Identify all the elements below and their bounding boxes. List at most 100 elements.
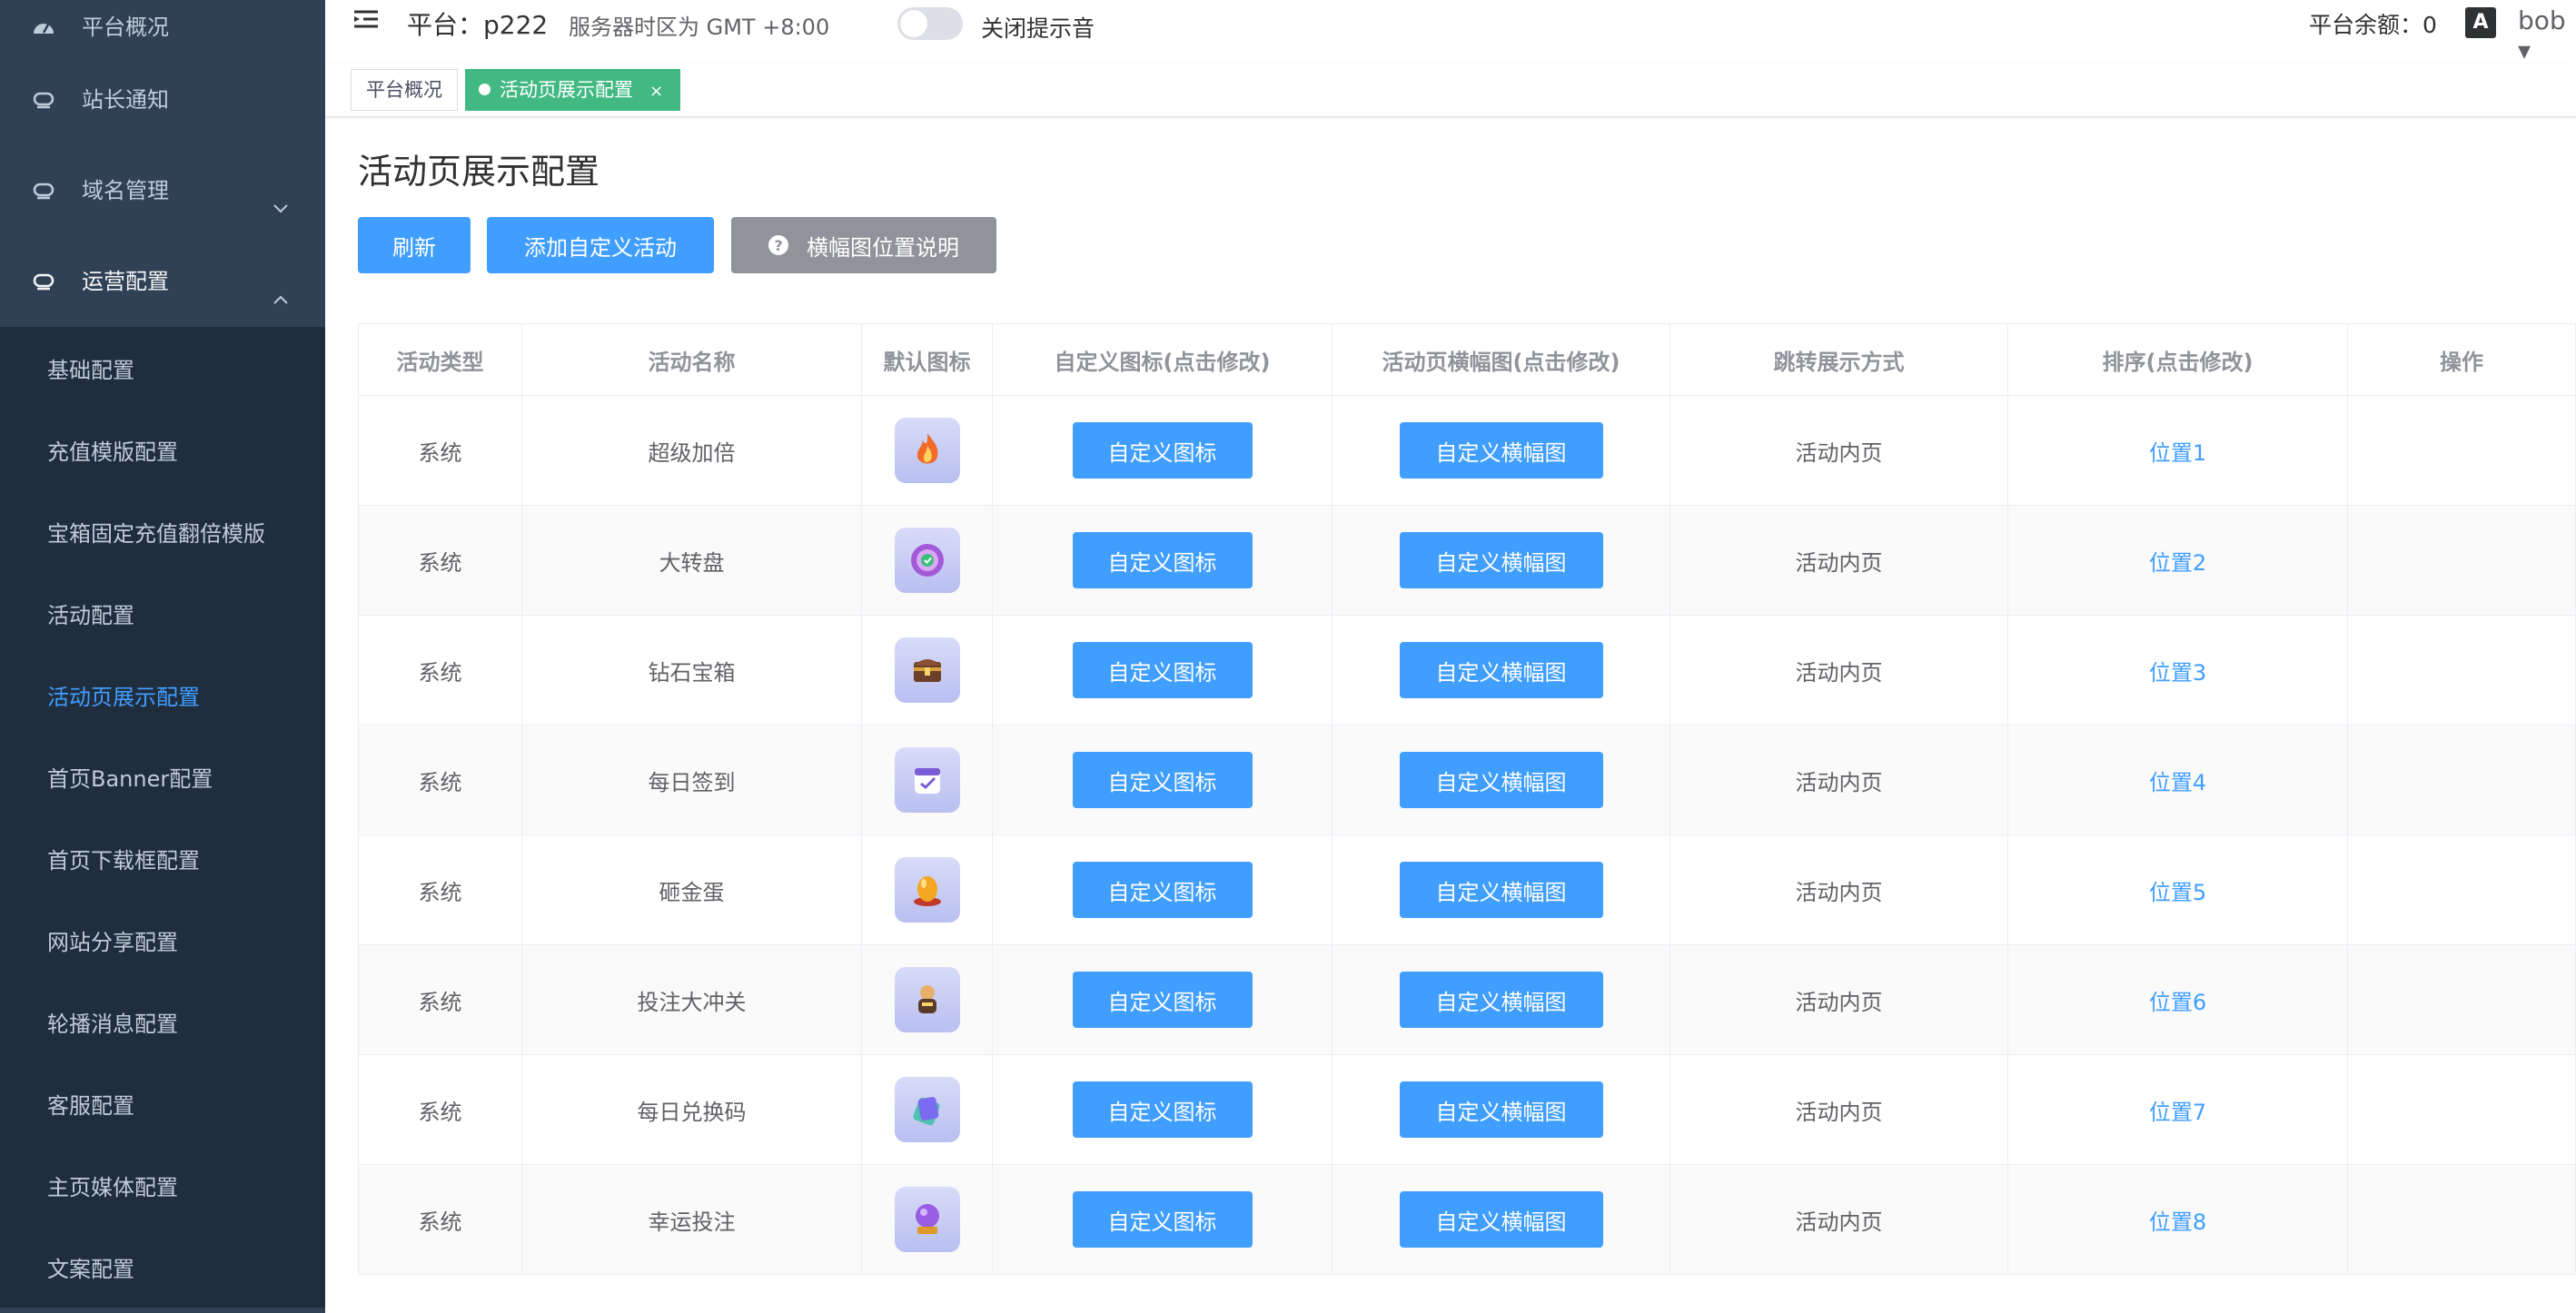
cell-default-icon xyxy=(861,1165,992,1274)
tag-dashboard[interactable]: 平台概况 xyxy=(351,69,458,111)
cell-name: 大转盘 xyxy=(521,506,861,615)
sidebar-subitem[interactable]: 充值模版配置 xyxy=(0,409,325,490)
sidebar-subitem[interactable]: 基础配置 xyxy=(0,327,325,409)
custom-icon-button[interactable]: 自定义图标 xyxy=(1072,642,1253,698)
custom-banner-button[interactable]: 自定义横幅图 xyxy=(1399,1081,1603,1138)
cell-order: 位置5 xyxy=(2007,835,2347,944)
wheel-icon xyxy=(894,528,960,593)
golden-egg-icon xyxy=(894,857,960,923)
sidebar-subitem-active[interactable]: 活动页展示配置 xyxy=(0,654,325,735)
order-link[interactable]: 位置8 xyxy=(2149,1204,2206,1236)
chest-icon xyxy=(894,637,960,703)
sidebar-subitem[interactable]: 主页媒体配置 xyxy=(0,1144,325,1226)
custom-banner-button[interactable]: 自定义横幅图 xyxy=(1399,532,1603,588)
sidebar-subitem[interactable]: 网站分享配置 xyxy=(0,899,325,981)
cell-banner: 自定义横幅图 xyxy=(1332,945,1669,1054)
order-link[interactable]: 位置1 xyxy=(2149,435,2206,467)
cell-jump-mode: 活动内页 xyxy=(1669,726,2007,834)
custom-banner-button[interactable]: 自定义横幅图 xyxy=(1399,862,1603,918)
cell-default-icon xyxy=(861,506,992,615)
cell-banner: 自定义横幅图 xyxy=(1332,1055,1669,1164)
cell-type: 系统 xyxy=(358,835,521,944)
cell-custom-icon: 自定义图标 xyxy=(992,945,1332,1054)
settings-icon xyxy=(31,269,56,294)
order-link[interactable]: 位置7 xyxy=(2149,1094,2206,1126)
language-icon[interactable]: A xyxy=(2465,7,2496,38)
platform-name: 平台：p222 xyxy=(407,10,549,40)
custom-icon-button[interactable]: 自定义图标 xyxy=(1072,532,1253,588)
cell-custom-icon: 自定义图标 xyxy=(992,835,1332,944)
cell-actions xyxy=(2347,1055,2576,1164)
cell-banner: 自定义横幅图 xyxy=(1332,396,1669,505)
fire-icon xyxy=(894,418,960,483)
cell-actions xyxy=(2347,396,2576,505)
custom-icon-button[interactable]: 自定义图标 xyxy=(1072,752,1253,808)
custom-icon-button[interactable]: 自定义图标 xyxy=(1072,862,1253,918)
submenu-operation: 基础配置 充值模版配置 宝箱固定充值翻倍模版 活动配置 活动页展示配置 首页Ba… xyxy=(0,327,325,1308)
mute-toggle[interactable] xyxy=(897,7,963,40)
order-link[interactable]: 位置3 xyxy=(2149,655,2206,686)
tags-view: 平台概况 活动页展示配置 × xyxy=(325,64,2576,117)
sidebar-subitem[interactable]: 活动配置 xyxy=(0,572,325,654)
sidebar-subitem[interactable]: 宝箱固定充值翻倍模版 xyxy=(0,490,325,572)
custom-banner-button[interactable]: 自定义横幅图 xyxy=(1399,972,1603,1028)
sidebar-subitem[interactable]: 文案配置 xyxy=(0,1226,325,1308)
sidebar-subitem[interactable]: 轮播消息配置 xyxy=(0,981,325,1062)
order-link[interactable]: 位置5 xyxy=(2149,874,2206,906)
cell-jump-mode: 活动内页 xyxy=(1669,1055,2007,1164)
custom-banner-button[interactable]: 自定义横幅图 xyxy=(1399,642,1603,698)
order-link[interactable]: 位置4 xyxy=(2149,765,2206,796)
custom-banner-button[interactable]: 自定义横幅图 xyxy=(1399,752,1603,808)
column-header: 默认图标 xyxy=(861,324,992,395)
cell-type: 系统 xyxy=(358,726,521,834)
column-header: 活动页横幅图(点击修改) xyxy=(1332,324,1669,395)
cell-order: 位置6 xyxy=(2007,945,2347,1054)
refresh-button[interactable]: 刷新 xyxy=(358,217,471,273)
add-custom-activity-button[interactable]: 添加自定义活动 xyxy=(487,217,714,273)
custom-banner-button[interactable]: 自定义横幅图 xyxy=(1399,1191,1603,1248)
cell-name: 砸金蛋 xyxy=(521,835,861,944)
cell-banner: 自定义横幅图 xyxy=(1332,726,1669,834)
order-link[interactable]: 位置2 xyxy=(2149,545,2206,577)
cell-order: 位置4 xyxy=(2007,726,2347,834)
banner-position-help-button[interactable]: ? 横幅图位置说明 xyxy=(731,217,996,273)
sidebar-subitem[interactable]: 客服配置 xyxy=(0,1062,325,1144)
cell-order: 位置7 xyxy=(2007,1055,2347,1164)
custom-banner-button[interactable]: 自定义横幅图 xyxy=(1399,422,1603,479)
custom-icon-button[interactable]: 自定义图标 xyxy=(1072,1081,1253,1138)
cell-banner: 自定义横幅图 xyxy=(1332,506,1669,615)
custom-icon-button[interactable]: 自定义图标 xyxy=(1072,1191,1253,1248)
sidebar-item-operation[interactable]: 运营配置 xyxy=(0,236,325,327)
cell-custom-icon: 自定义图标 xyxy=(992,616,1332,725)
cell-jump-mode: 活动内页 xyxy=(1669,396,2007,505)
bell-icon xyxy=(31,87,56,113)
chevron-down-icon xyxy=(272,180,289,234)
sidebar-item-dashboard[interactable]: 平台概况 xyxy=(0,0,325,54)
custom-icon-button[interactable]: 自定义图标 xyxy=(1072,422,1253,479)
order-link[interactable]: 位置6 xyxy=(2149,984,2206,1016)
question-icon: ? xyxy=(768,235,788,255)
sidebar-subitem[interactable]: 首页Banner配置 xyxy=(0,735,325,817)
sidebar: 平台概况 站长通知 域名管理 运营配置 基础配置 充值模版配置 宝箱固定充值翻倍… xyxy=(0,0,325,1313)
sidebar-item-domain[interactable]: 域名管理 xyxy=(0,145,325,236)
tag-label: 平台概况 xyxy=(366,79,442,101)
sidebar-subitem[interactable]: 首页下载框配置 xyxy=(0,817,325,899)
cell-banner: 自定义横幅图 xyxy=(1332,835,1669,944)
tag-activity-display[interactable]: 活动页展示配置 × xyxy=(465,69,681,111)
cell-jump-mode: 活动内页 xyxy=(1669,1165,2007,1274)
user-menu[interactable]: bob ▾ xyxy=(2518,5,2576,65)
cell-custom-icon: 自定义图标 xyxy=(992,506,1332,615)
cell-type: 系统 xyxy=(358,616,521,725)
hamburger-icon[interactable] xyxy=(352,7,381,35)
sidebar-item-notice[interactable]: 站长通知 xyxy=(0,54,325,145)
cell-order: 位置3 xyxy=(2007,616,2347,725)
custom-icon-button[interactable]: 自定义图标 xyxy=(1072,972,1253,1028)
cell-default-icon xyxy=(861,726,992,834)
table-body: 系统 超级加倍 自定义图标 自定义横幅图 活动内页 位置1 系统 大转盘 自定义图标 自定义横幅图… xyxy=(358,396,2576,1275)
active-dot-icon xyxy=(479,83,490,95)
cell-type: 系统 xyxy=(358,506,521,615)
close-icon[interactable]: × xyxy=(649,82,663,101)
cell-jump-mode: 活动内页 xyxy=(1669,835,2007,944)
help-button-label: 横幅图位置说明 xyxy=(807,234,959,261)
cell-actions xyxy=(2347,616,2576,725)
